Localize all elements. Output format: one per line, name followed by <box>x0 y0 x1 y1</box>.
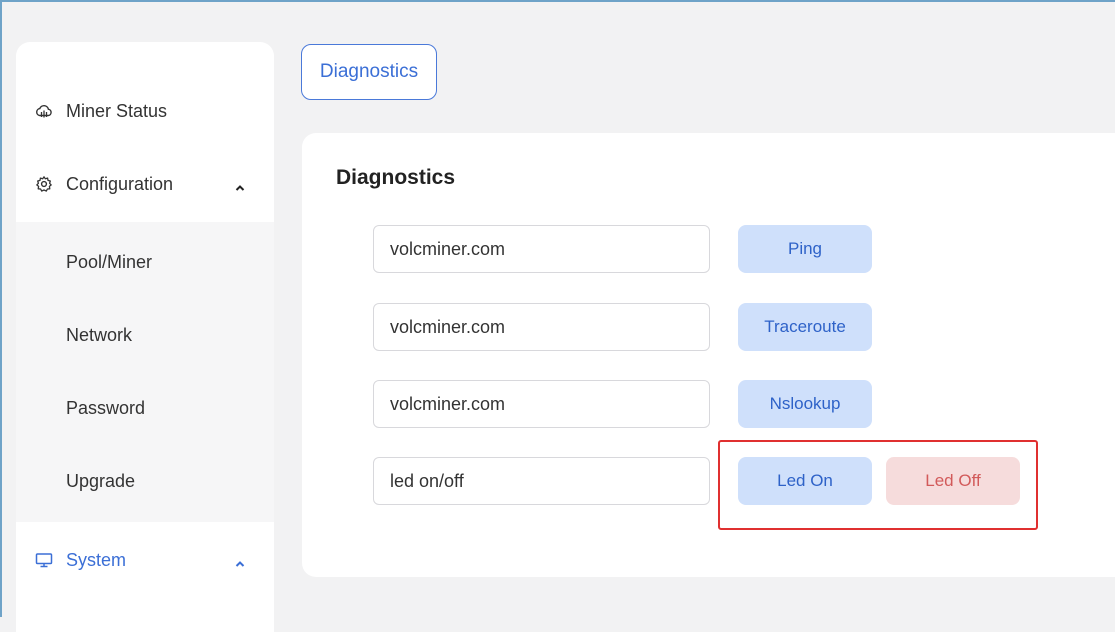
chevron-up-icon <box>234 554 246 567</box>
nslookup-host-input[interactable] <box>373 380 710 428</box>
sidebar-item-system[interactable]: System <box>16 530 274 590</box>
tab-diagnostics[interactable]: Diagnostics <box>301 44 437 100</box>
sidebar-item-upgrade[interactable]: Upgrade <box>16 451 274 511</box>
panel-title: Diagnostics <box>336 166 456 189</box>
nslookup-button[interactable]: Nslookup <box>738 380 872 428</box>
ping-host-input[interactable] <box>373 225 710 273</box>
diagnostics-panel: Diagnostics Ping Traceroute Nslookup Led… <box>302 133 1115 577</box>
sidebar: Miner Status Configuration Pool/Miner Ne… <box>16 42 274 632</box>
sidebar-item-password[interactable]: Password <box>16 378 274 438</box>
configuration-submenu: Pool/Miner Network Password Upgrade <box>16 222 274 522</box>
sidebar-item-configuration[interactable]: Configuration <box>16 154 274 214</box>
highlight-box <box>718 440 1038 530</box>
sidebar-item-label: Miner Status <box>66 100 168 121</box>
chevron-up-icon <box>234 178 246 191</box>
sidebar-item-network[interactable]: Network <box>16 305 274 365</box>
cloud-icon <box>34 101 54 121</box>
sidebar-item-miner-status[interactable]: Miner Status <box>16 81 274 141</box>
ping-button[interactable]: Ping <box>738 225 872 273</box>
gear-icon <box>34 174 54 194</box>
traceroute-host-input[interactable] <box>373 303 710 351</box>
led-input[interactable] <box>373 457 710 505</box>
monitor-icon <box>34 550 54 570</box>
sidebar-item-pool-miner[interactable]: Pool/Miner <box>16 232 274 292</box>
sidebar-item-label: Configuration <box>66 173 174 194</box>
app-window: Miner Status Configuration Pool/Miner Ne… <box>0 0 1115 632</box>
traceroute-button[interactable]: Traceroute <box>738 303 872 351</box>
sidebar-item-label: System <box>66 549 127 570</box>
